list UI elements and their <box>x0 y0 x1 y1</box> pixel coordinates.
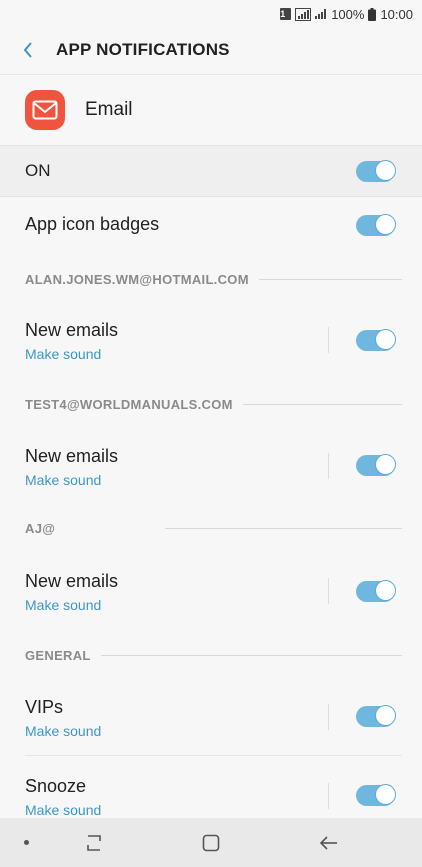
app-icon-badges-label: App icon badges <box>25 214 160 234</box>
new-emails-toggle[interactable] <box>356 329 396 351</box>
app-name: Email <box>85 99 133 120</box>
section-header: AJ@ <box>0 518 422 538</box>
snooze-toggle[interactable] <box>356 784 396 806</box>
section-header: ALAN.JONES.WM@HOTMAIL.COM <box>0 269 422 289</box>
app-bar: APP NOTIFICATIONS <box>0 28 422 72</box>
item-subtitle: Make sound <box>25 597 102 613</box>
battery-icon <box>368 7 377 21</box>
item-title: Snooze <box>25 776 87 796</box>
item-title: VIPs <box>25 697 64 717</box>
battery-percent: 100% <box>331 6 365 22</box>
navigation-bar <box>0 818 422 867</box>
master-switch-row[interactable]: ON <box>0 145 422 197</box>
master-switch-label: ON <box>25 161 51 180</box>
list-item[interactable]: New emails Make sound <box>0 432 422 498</box>
status-bar: 1 100% 10:00 <box>0 0 422 28</box>
list-item[interactable]: New emails Make sound <box>0 557 422 623</box>
item-title: New emails <box>25 571 119 591</box>
item-title: New emails <box>25 446 119 466</box>
section-header: GENERAL <box>0 645 422 665</box>
page-title: APP NOTIFICATIONS <box>56 40 230 59</box>
section-label: TEST4@WORLDMANUALS.COM <box>25 396 233 412</box>
home-icon[interactable] <box>200 832 222 854</box>
item-subtitle: Make sound <box>25 723 102 739</box>
signal-icon-2 <box>315 8 327 20</box>
back-arrow-icon[interactable] <box>318 832 340 854</box>
chevron-left-icon[interactable] <box>18 40 38 60</box>
envelope-icon <box>25 90 65 130</box>
app-icon-badges-toggle[interactable] <box>356 214 396 236</box>
sim-icon: 1 <box>280 8 292 20</box>
section-label: AJ@ <box>25 520 56 536</box>
item-subtitle: Make sound <box>25 346 102 362</box>
section-label: GENERAL <box>25 647 91 663</box>
recent-apps-icon[interactable] <box>83 832 105 854</box>
item-subtitle: Make sound <box>25 802 102 818</box>
item-title: New emails <box>25 320 119 340</box>
list-item[interactable]: Snooze Make sound <box>0 762 422 818</box>
master-toggle[interactable] <box>356 159 396 182</box>
nav-dot-icon <box>24 840 29 845</box>
list-item[interactable]: VIPs Make sound <box>0 683 422 749</box>
vips-toggle[interactable] <box>356 705 396 727</box>
item-subtitle: Make sound <box>25 472 102 488</box>
app-info-row: Email <box>0 74 422 145</box>
signal-icon <box>295 7 312 21</box>
section-header: TEST4@WORLDMANUALS.COM <box>0 394 422 414</box>
clock: 10:00 <box>380 6 413 22</box>
section-label: ALAN.JONES.WM@HOTMAIL.COM <box>25 271 249 287</box>
list-item[interactable]: New emails Make sound <box>0 306 422 372</box>
new-emails-toggle[interactable] <box>356 454 396 476</box>
new-emails-toggle[interactable] <box>356 580 396 602</box>
app-icon-badges-row[interactable]: App icon badges <box>0 196 422 256</box>
